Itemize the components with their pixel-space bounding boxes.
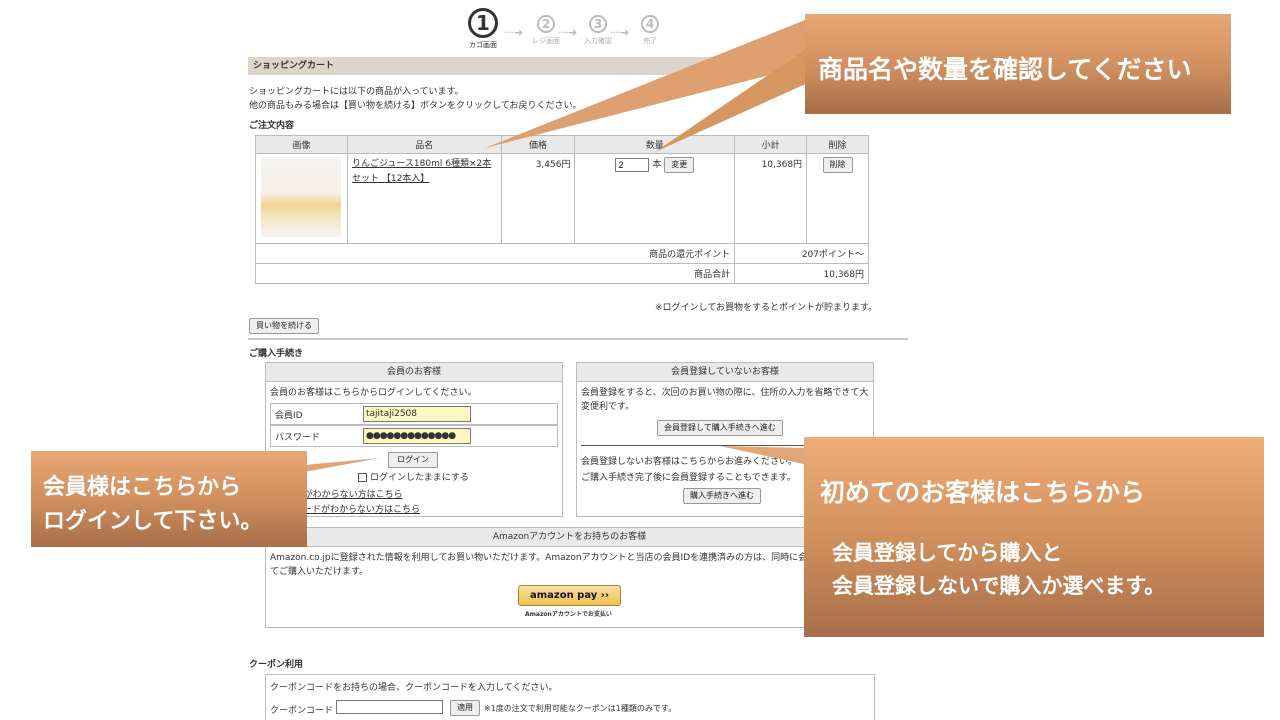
callout-text: 会員登録しないで購入か選べます。 xyxy=(832,574,1166,598)
callout-text: 会員様はこちらから xyxy=(43,475,242,500)
callout-text: 商品名や数量を確認してください xyxy=(818,55,1192,84)
callout-login: 会員様はこちらから ログインして下さい。 xyxy=(31,451,307,547)
callout-pointer xyxy=(720,446,808,465)
callout-check-items: 商品名や数量を確認してください xyxy=(805,14,1231,114)
callout-first-time: 初めてのお客様はこちらから 会員登録してから購入と 会員登録しないで購入か選べま… xyxy=(804,437,1264,637)
callout-text: 会員登録してから購入と xyxy=(832,541,1063,565)
callout-text: 初めてのお客様はこちらから xyxy=(820,478,1146,507)
callout-text: ログインして下さい。 xyxy=(43,509,263,534)
